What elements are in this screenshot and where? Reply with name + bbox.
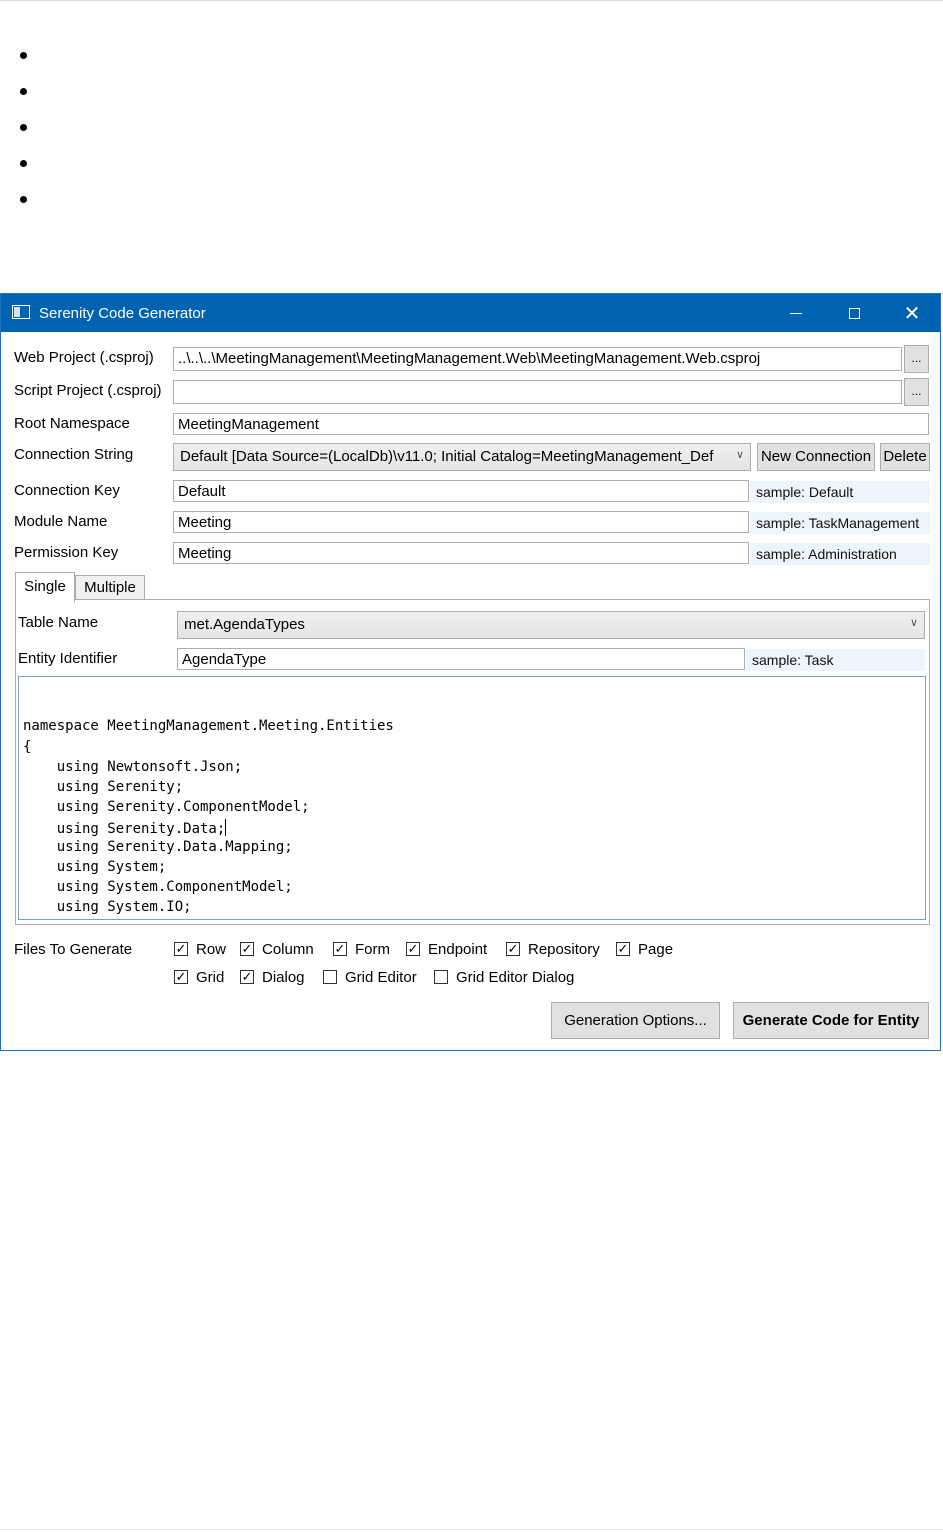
code-line: using System.ComponentModel; [23,879,293,895]
close-icon: ✕ [903,302,921,325]
code-line: using System; [23,859,167,875]
code-preview-editor[interactable]: namespace MeetingManagement.Meeting.Enti… [18,676,926,920]
permission-key-label: Permission Key [14,544,119,561]
module-name-label: Module Name [14,513,108,530]
checkbox-label: Endpoint [428,940,488,958]
checkmark-icon[interactable]: ✓ [240,970,254,984]
code-line: using Serenity.Data.Mapping; [23,839,293,855]
checkbox-row[interactable]: ✓ Row [174,940,226,958]
code-line: using Serenity.ComponentModel; [23,799,310,815]
page-top-border [0,0,943,1]
bullet-dot [20,88,27,95]
entity-identifier-label: Entity Identifier [18,650,118,667]
connection-string-select[interactable]: Default [Data Source=(LocalDb)\v11.0; In… [173,443,751,471]
close-button[interactable]: ✕ [883,294,941,332]
entity-identifier-input[interactable]: AgendaType [177,648,745,670]
checkbox-label: Grid [196,968,225,986]
maximize-icon [848,307,860,319]
checkbox-page[interactable]: ✓ Page [616,940,673,958]
web-project-input[interactable]: ..\..\..\MeetingManagement\MeetingManage… [173,347,902,371]
app-window-icon [12,305,30,319]
root-namespace-label: Root Namespace [14,415,130,432]
web-project-label: Web Project (.csproj) [14,349,154,366]
checkbox-label: Page [638,940,674,958]
checkbox-repository[interactable]: ✓ Repository [506,940,600,958]
empty-checkbox-icon[interactable] [323,970,337,984]
connection-key-label: Connection Key [14,482,120,499]
delete-connection-button[interactable]: Delete [880,443,930,471]
checkbox-label: Row [196,940,227,958]
files-to-generate-label: Files To Generate [14,941,133,958]
script-project-browse-button[interactable]: ... [904,378,929,406]
empty-checkbox-icon[interactable] [434,970,448,984]
checkbox-grid-editor-dialog[interactable]: Grid Editor Dialog [434,968,574,986]
table-name-value: met.AgendaTypes [184,616,305,633]
page-bottom-border [0,1529,943,1530]
checkbox-column[interactable]: ✓ Column [240,940,314,958]
generate-code-button[interactable]: Generate Code for Entity [733,1002,929,1039]
window-title: Serenity Code Generator [39,305,206,322]
checkmark-icon[interactable]: ✓ [240,942,254,956]
checkbox-label: Repository [528,940,600,958]
bullet-dot [20,124,27,131]
checkbox-label: Grid Editor Dialog [456,968,575,986]
checkbox-form[interactable]: ✓ Form [333,940,390,958]
bullet-dot [20,52,27,59]
maximize-button[interactable] [825,294,883,332]
checkmark-icon[interactable]: ✓ [616,942,630,956]
web-project-browse-button[interactable]: ... [904,345,929,373]
checkmark-icon[interactable]: ✓ [406,942,420,956]
module-name-input[interactable]: Meeting [173,511,749,533]
chevron-down-icon: ∨ [735,449,744,461]
minimize-icon [790,312,802,314]
permission-key-input[interactable]: Meeting [173,542,749,564]
checkmark-icon[interactable]: ✓ [333,942,347,956]
checkbox-label: Form [355,940,390,958]
code-line: using Serenity; [23,779,184,795]
tab-multiple[interactable]: Multiple [75,575,145,600]
code-generator-window: Serenity Code Generator ✕ Web Project (.… [0,293,941,1051]
minimize-button[interactable] [767,294,825,332]
connection-key-sample: sample: Default [750,481,930,503]
checkbox-label: Dialog [262,968,305,986]
code-line: namespace MeetingManagement.Meeting.Enti… [23,718,394,734]
checkmark-icon[interactable]: ✓ [174,942,188,956]
permission-key-sample: sample: Administration [750,543,930,565]
module-name-sample: sample: TaskManagement [750,512,930,534]
code-line: using System.IO; [23,899,192,915]
connection-key-input[interactable]: Default [173,480,749,502]
checkbox-grid-editor[interactable]: Grid Editor [323,968,417,986]
script-project-label: Script Project (.csproj) [14,382,162,399]
checkbox-label: Grid Editor [345,968,417,986]
new-connection-button[interactable]: New Connection [757,443,875,471]
checkbox-grid[interactable]: ✓ Grid [174,968,224,986]
code-line: { [23,739,32,755]
bullet-list [20,52,27,232]
entity-identifier-sample: sample: Task [746,649,925,671]
checkbox-dialog[interactable]: ✓ Dialog [240,968,305,986]
tab-single[interactable]: Single [15,572,75,602]
connection-string-value: Default [Data Source=(LocalDb)\v11.0; In… [180,448,714,465]
checkmark-icon[interactable]: ✓ [506,942,520,956]
code-line: using Newtonsoft.Json; [23,759,243,775]
bullet-dot [20,160,27,167]
checkbox-label: Column [262,940,314,958]
text-caret [225,819,227,836]
title-bar[interactable]: Serenity Code Generator ✕ [1,294,940,332]
connection-string-label: Connection String [14,446,134,463]
checkbox-endpoint[interactable]: ✓ Endpoint [406,940,487,958]
table-name-select[interactable]: met.AgendaTypes ∨ [177,611,925,639]
chevron-down-icon: ∨ [909,617,918,629]
table-name-label: Table Name [18,614,99,631]
bullet-dot [20,196,27,203]
code-line: using Serenity.Data; [23,821,226,837]
root-namespace-input[interactable]: MeetingManagement [173,413,929,435]
checkmark-icon[interactable]: ✓ [174,970,188,984]
generation-options-button[interactable]: Generation Options... [551,1002,720,1039]
script-project-input[interactable] [173,380,902,404]
